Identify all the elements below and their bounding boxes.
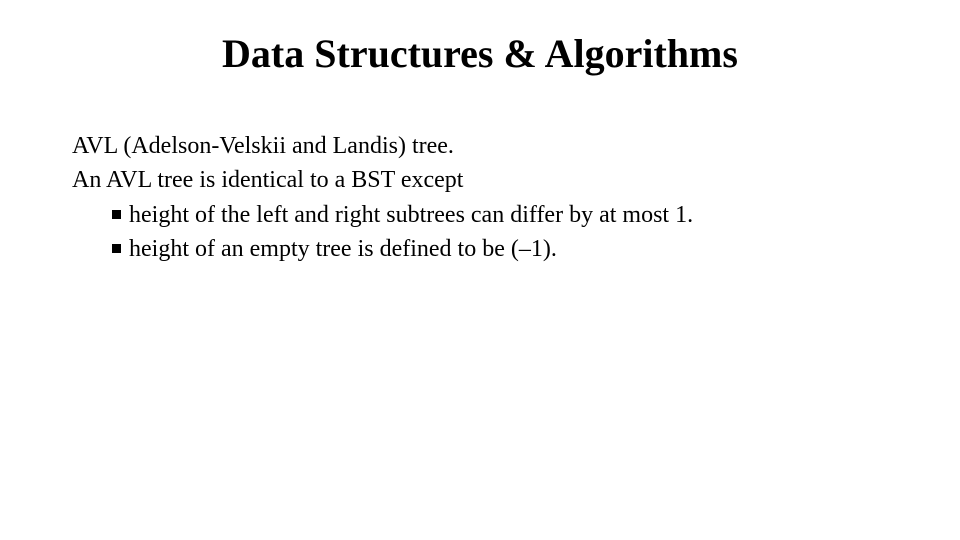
bullet-text: height of the left and right subtrees ca… [129,199,888,231]
square-bullet-icon [112,210,121,219]
slide-title: Data Structures & Algorithms [0,30,960,77]
bullet-item: height of an empty tree is defined to be… [112,233,888,265]
body-line: AVL (Adelson-Velskii and Landis) tree. [72,130,888,162]
square-bullet-icon [112,244,121,253]
bullet-text: height of an empty tree is defined to be… [129,233,888,265]
slide: Data Structures & Algorithms AVL (Adelso… [0,0,960,540]
body-line: An AVL tree is identical to a BST except [72,164,888,196]
bullet-item: height of the left and right subtrees ca… [112,199,888,231]
slide-body: AVL (Adelson-Velskii and Landis) tree. A… [72,130,888,268]
